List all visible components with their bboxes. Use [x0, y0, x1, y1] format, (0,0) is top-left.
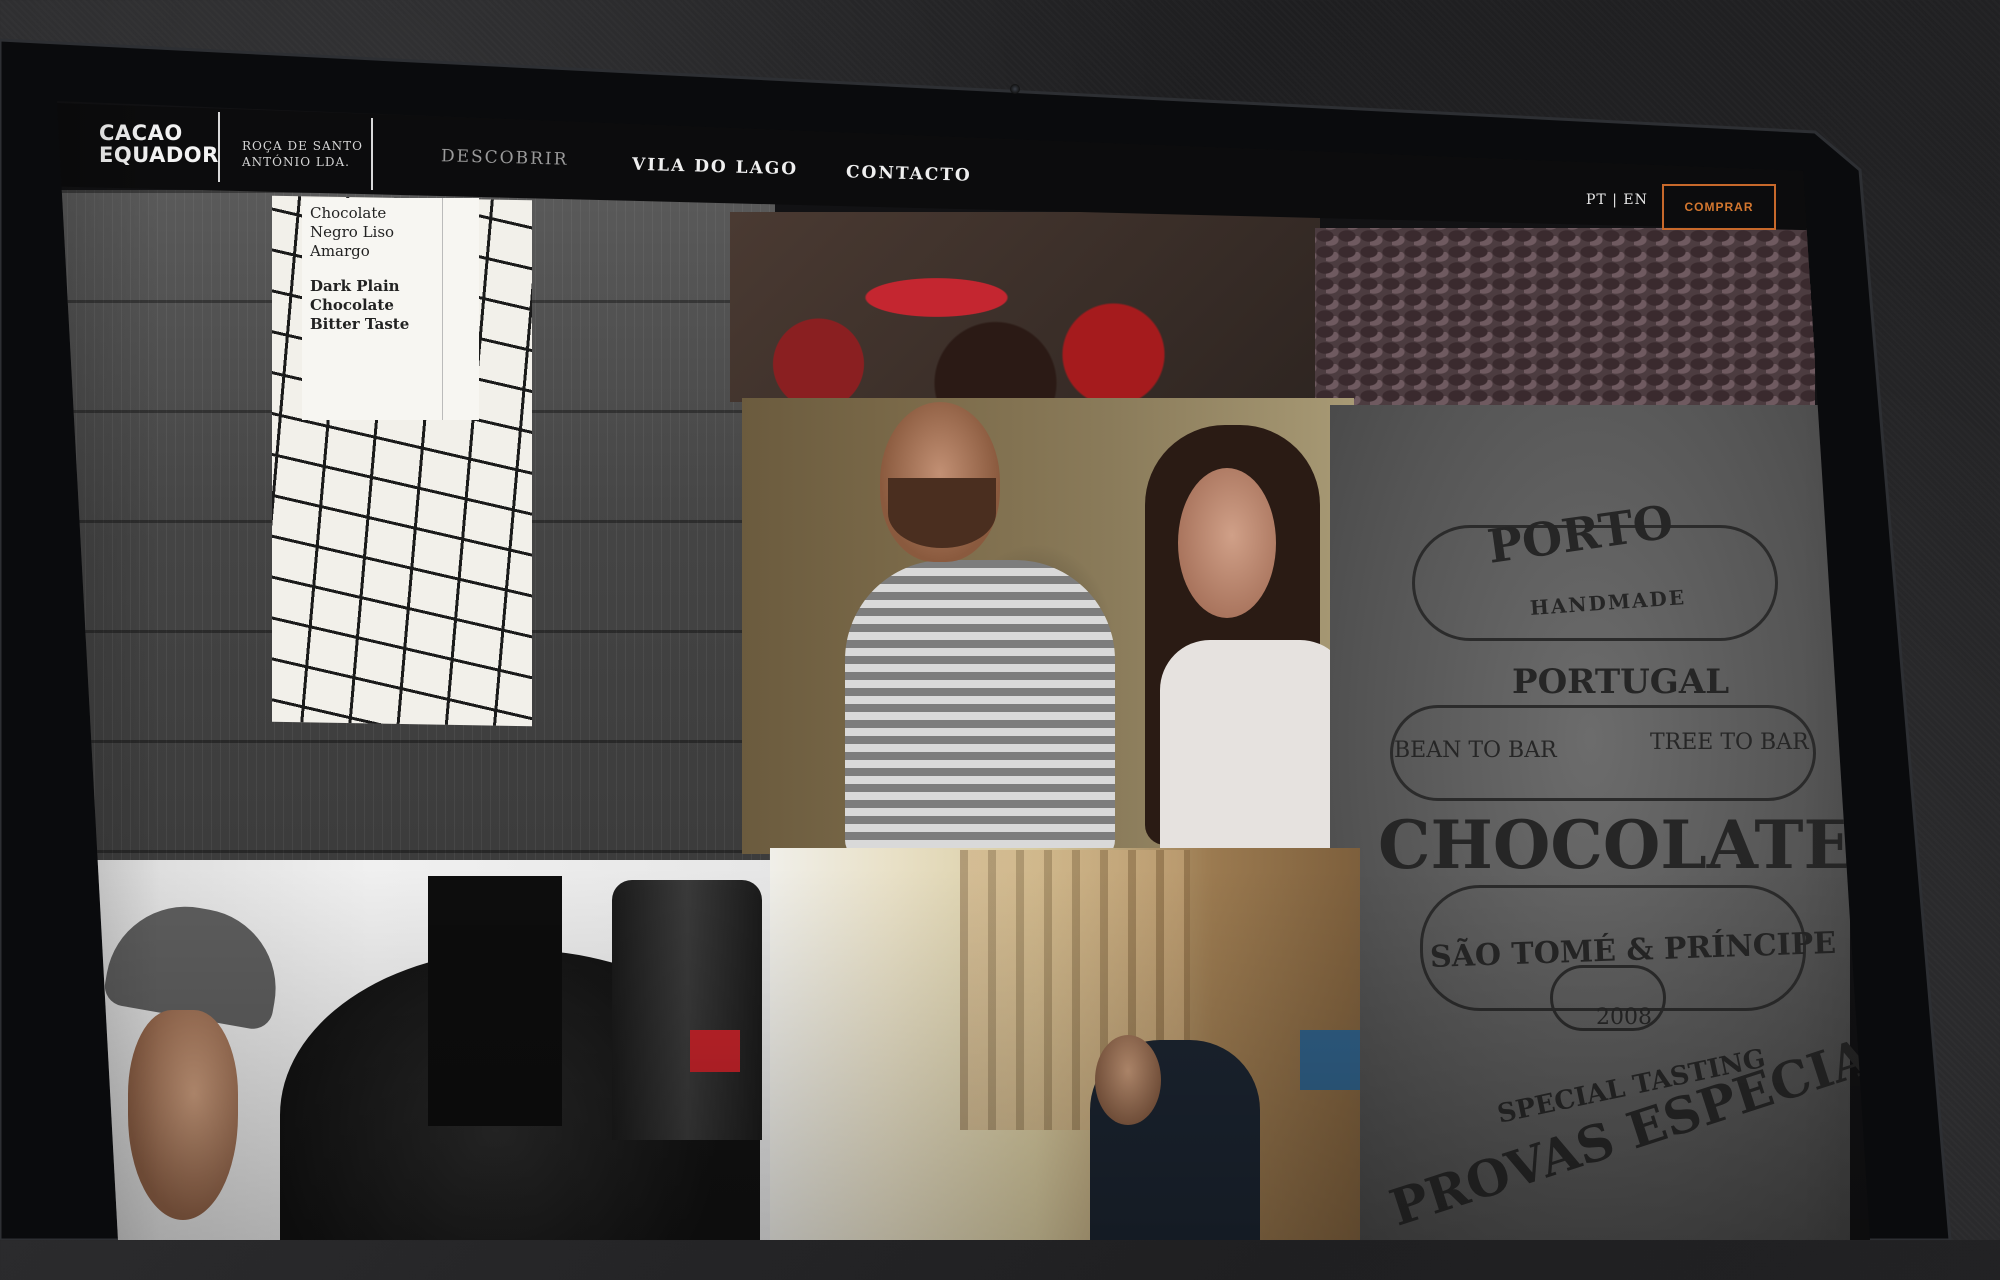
stamp-chocolate: CHOCOLATE — [1378, 806, 1854, 884]
label-pt-line3: Amargo — [310, 242, 370, 260]
workshop-blue-box — [1300, 1030, 1360, 1090]
site-logo[interactable]: CACAO EQUADOR — [99, 122, 219, 166]
label-en-line2: Chocolate — [310, 296, 394, 314]
label-en-line3: Bitter Taste — [310, 315, 410, 333]
logo-line1: CACAO — [99, 121, 183, 145]
stamp-year: 2008 — [1596, 1005, 1652, 1030]
label-pt-line1: Chocolate — [310, 204, 387, 222]
lang-separator: | — [1612, 192, 1618, 208]
roaster-chute — [428, 876, 562, 1126]
logo-divider-left — [218, 112, 220, 182]
man-beard — [888, 478, 996, 548]
stamp-portugal: PORTUGAL — [1512, 662, 1730, 702]
sub-line1: ROÇA DE SANTO — [242, 139, 363, 153]
logo-divider-right — [371, 118, 373, 190]
nav-contacto[interactable]: CONTACTO — [846, 162, 972, 186]
label-en-line1: Dark Plain — [310, 277, 400, 295]
woman-face — [1178, 468, 1276, 618]
spices-photo — [730, 212, 1320, 402]
woman-body — [1160, 640, 1350, 850]
company-subtitle: ROÇA DE SANTO ANTÓNIO LDA. — [242, 138, 363, 170]
man-face-profile — [128, 1010, 238, 1220]
monitor: Chocolate Negro Liso Amargo Dark Plain C… — [0, 0, 2000, 1240]
logo-line2: EQUADOR — [99, 143, 219, 167]
website-screen: Chocolate Negro Liso Amargo Dark Plain C… — [57, 101, 1870, 1240]
workshop-man-head — [1095, 1035, 1161, 1125]
lang-en[interactable]: EN — [1623, 192, 1647, 208]
man-striped-shirt — [845, 560, 1115, 860]
camera-icon — [1010, 84, 1020, 94]
stamp-bean-to-bar: BEAN TO BAR — [1394, 738, 1557, 763]
cacao-beans-photo — [1315, 228, 1815, 408]
warning-sign-icon — [690, 1030, 740, 1072]
stamp-tree-to-bar: TREE TO BAR — [1650, 730, 1809, 755]
nav-descobrir[interactable]: DESCOBRIR — [441, 146, 569, 170]
comprar-button[interactable]: COMPRAR — [1662, 184, 1776, 230]
label-pt-line2: Negro Liso — [310, 223, 395, 241]
label-side-panel — [442, 198, 479, 420]
lang-pt[interactable]: PT — [1586, 192, 1607, 208]
language-switcher: PT | EN — [1586, 192, 1648, 208]
sub-line2: ANTÓNIO LDA. — [242, 155, 350, 169]
roaster-hopper — [612, 880, 762, 1140]
